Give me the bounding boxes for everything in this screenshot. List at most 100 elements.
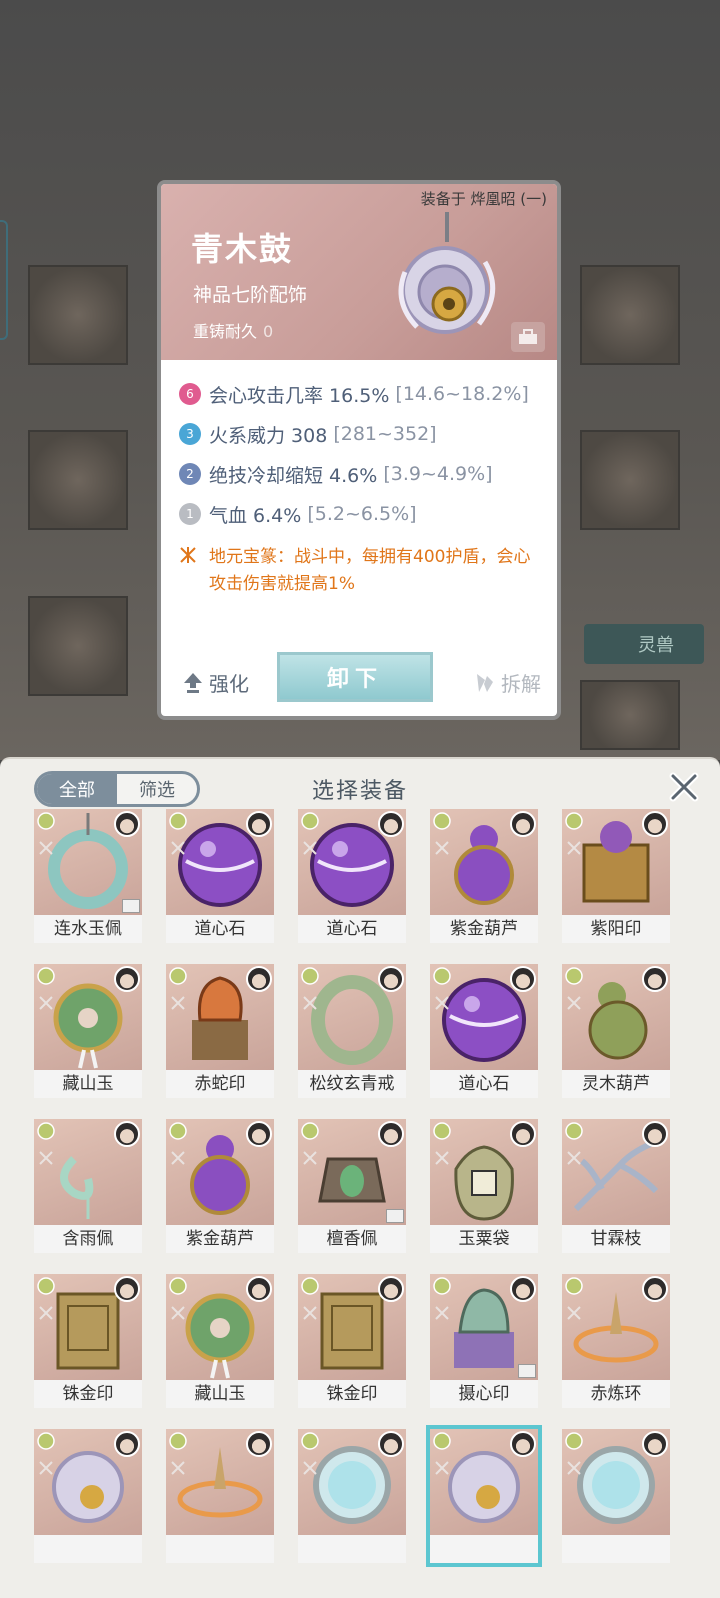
equipment-item-7[interactable]: 赤蛇印 <box>166 964 274 1098</box>
close-button[interactable] <box>662 765 706 809</box>
owner-avatar <box>378 1431 404 1457</box>
owner-avatar <box>510 1431 536 1457</box>
equipment-name: 赤蛇印 <box>166 1070 274 1098</box>
equipment-item-14[interactable]: 玉粟袋 <box>430 1119 538 1253</box>
lock-icon <box>519 329 537 344</box>
equip-slot-right-1[interactable] <box>580 265 680 365</box>
element-icon <box>169 1432 187 1450</box>
set-mark-icon <box>303 996 317 1010</box>
spirit-beast-tab[interactable]: 灵兽 <box>584 624 704 664</box>
detail-actions: 强化 卸下 拆解 <box>161 646 557 716</box>
equipment-item-16[interactable]: 铢金印 <box>34 1274 142 1408</box>
element-icon <box>565 1432 583 1450</box>
spirit-beast-tab-label: 灵兽 <box>638 635 674 656</box>
equipment-item-15[interactable]: 甘霖枝 <box>562 1119 670 1253</box>
equipment-item-4[interactable]: 紫金葫芦 <box>430 809 538 943</box>
recast-value: 0 <box>263 322 274 341</box>
equipment-item-11[interactable]: 含雨佩 <box>34 1119 142 1253</box>
equipment-item-22[interactable] <box>166 1429 274 1563</box>
stat-badge-3: 2 <box>179 463 201 485</box>
equip-slot-left-1[interactable] <box>28 265 128 365</box>
equipment-item-2[interactable]: 道心石 <box>166 809 274 943</box>
equipment-item-19[interactable]: 摄心印 <box>430 1274 538 1408</box>
set-mark-icon <box>171 1461 185 1475</box>
owner-avatar <box>114 1121 140 1147</box>
lock-tag-icon <box>518 1364 536 1378</box>
lock-button[interactable] <box>511 322 545 352</box>
owner-avatar <box>642 1276 668 1302</box>
stat-badge-1: 6 <box>179 383 201 405</box>
set-mark-icon <box>171 996 185 1010</box>
select-equipment-panel: 全部 筛选 选择装备 连水玉佩 道心石 道心石 紫金葫芦 紫阳印 藏山玉 赤蛇印 松纹玄青戒道… <box>0 757 720 1598</box>
owner-avatar <box>378 811 404 837</box>
element-icon <box>565 1277 583 1295</box>
equipment-item-18[interactable]: 铢金印 <box>298 1274 406 1408</box>
effect-glyph-icon <box>179 544 201 598</box>
stat-row-3: 2 绝技冷却缩短 4.6% [3.9~4.9%] <box>179 454 557 494</box>
equipment-name: 紫金葫芦 <box>166 1225 274 1253</box>
set-mark-icon <box>303 1151 317 1165</box>
set-mark-icon <box>567 841 581 855</box>
set-mark-icon <box>435 841 449 855</box>
equipment-name: 檀香佩 <box>298 1225 406 1253</box>
equipment-item-21[interactable] <box>34 1429 142 1563</box>
set-mark-icon <box>39 1306 53 1320</box>
unequip-button[interactable]: 卸下 <box>277 652 433 702</box>
equip-slot-left-2[interactable] <box>28 430 128 530</box>
equipment-name: 连水玉佩 <box>34 915 142 943</box>
equipment-name: 赤炼环 <box>562 1380 670 1408</box>
recast-durability: 重铸耐久 0 <box>193 318 273 342</box>
unequip-label: 卸下 <box>326 667 383 692</box>
equipment-item-1[interactable]: 连水玉佩 <box>34 809 142 943</box>
enhance-button[interactable]: 强化 <box>183 668 249 697</box>
set-mark-icon <box>567 1461 581 1475</box>
element-icon <box>169 967 187 985</box>
equipment-name <box>430 1535 538 1563</box>
equipment-name: 紫金葫芦 <box>430 915 538 943</box>
equip-slot-right-3[interactable] <box>580 680 680 750</box>
equipment-item-23[interactable] <box>298 1429 406 1563</box>
stat-row-2: 3 火系威力 308 [281~352] <box>179 414 557 454</box>
element-icon <box>37 1122 55 1140</box>
dismantle-shard-icon <box>477 673 493 692</box>
stat-range-1: [14.6~18.2%] <box>395 383 529 405</box>
equip-slot-left-3[interactable] <box>28 596 128 696</box>
equipment-item-5[interactable]: 紫阳印 <box>562 809 670 943</box>
owner-avatar <box>510 1276 536 1302</box>
owner-avatar <box>642 966 668 992</box>
equipment-item-24[interactable] <box>426 1425 542 1567</box>
equipment-item-6[interactable]: 藏山玉 <box>34 964 142 1098</box>
left-edge-tab[interactable] <box>0 220 8 340</box>
equipment-item-3[interactable]: 道心石 <box>298 809 406 943</box>
owner-avatar <box>246 1276 272 1302</box>
equipment-name: 道心石 <box>298 915 406 943</box>
element-icon <box>433 812 451 830</box>
lock-tag-icon <box>122 899 140 913</box>
equipment-item-10[interactable]: 灵木葫芦 <box>562 964 670 1098</box>
element-icon <box>37 1432 55 1450</box>
dismantle-label: 拆解 <box>501 672 541 696</box>
equipment-item-20[interactable]: 赤炼环 <box>562 1274 670 1408</box>
element-icon <box>565 812 583 830</box>
stat-badge-2: 3 <box>179 423 201 445</box>
dismantle-button[interactable]: 拆解 <box>473 668 541 697</box>
set-mark-icon <box>435 1306 449 1320</box>
equipment-name: 甘霖枝 <box>562 1225 670 1253</box>
stat-badge-4: 1 <box>179 503 201 525</box>
equipment-item-9[interactable]: 道心石 <box>430 964 538 1098</box>
element-icon <box>301 812 319 830</box>
element-icon <box>169 1122 187 1140</box>
stat-list: 6 会心攻击几率 16.5% [14.6~18.2%] 3 火系威力 308 [… <box>161 360 557 598</box>
panel-title: 选择装备 <box>311 779 408 804</box>
equipment-item-12[interactable]: 紫金葫芦 <box>166 1119 274 1253</box>
owner-avatar <box>642 811 668 837</box>
equipment-item-13[interactable]: 檀香佩 <box>298 1119 406 1253</box>
equipment-item-8[interactable]: 松纹玄青戒 <box>298 964 406 1098</box>
owner-avatar <box>378 1276 404 1302</box>
element-icon <box>565 967 583 985</box>
equipment-item-17[interactable]: 藏山玉 <box>166 1274 274 1408</box>
equip-slot-right-2[interactable] <box>580 430 680 530</box>
stat-range-4: [5.2~6.5%] <box>307 503 417 525</box>
equipment-item-25[interactable] <box>562 1429 670 1563</box>
equipment-name: 灵木葫芦 <box>562 1070 670 1098</box>
